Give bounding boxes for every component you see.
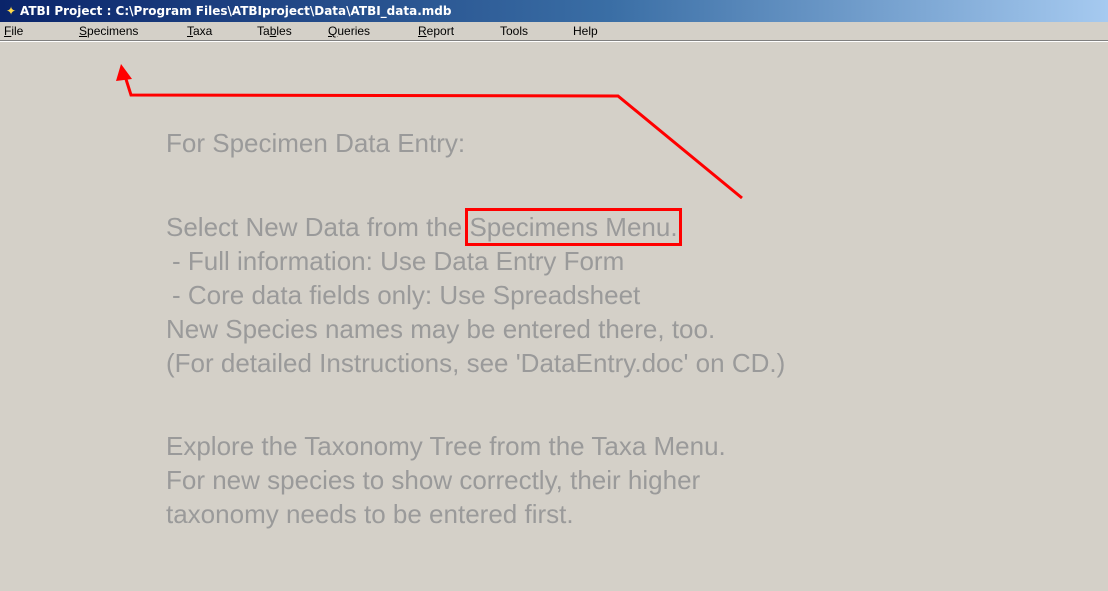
instruction-core-data-fields: - Core data fields only: Use Spreadsheet xyxy=(172,280,641,310)
instruction-select-new-data: Select New Data from the Specimens Menu. xyxy=(166,208,682,246)
menu-report-mnemonic: R xyxy=(418,24,427,38)
menu-report[interactable]: Report xyxy=(418,24,454,38)
menu-file[interactable]: File xyxy=(4,24,23,38)
instruction-higher-taxonomy: taxonomy needs to be entered first. xyxy=(166,499,574,529)
instruction-full-information: - Full information: Use Data Entry Form xyxy=(172,246,625,276)
instruction-select-prefix: Select New Data from the xyxy=(166,212,470,242)
menu-taxa-label: axa xyxy=(193,24,213,38)
menu-specimens[interactable]: Specimens xyxy=(79,24,138,38)
instruction-detailed: (For detailed Instructions, see 'DataEnt… xyxy=(166,348,786,378)
menu-tables-prefix: Ta xyxy=(257,24,270,38)
client-area: For Specimen Data Entry: Select New Data… xyxy=(0,42,1108,591)
instruction-heading: For Specimen Data Entry: xyxy=(166,128,466,158)
app-icon[interactable]: ✦ xyxy=(4,4,18,18)
menu-specimens-mnemonic: S xyxy=(79,24,88,38)
menu-taxa[interactable]: Taxa xyxy=(187,24,212,38)
instruction-taxonomy-tree: Explore the Taxonomy Tree from the Taxa … xyxy=(166,431,726,461)
menu-tools[interactable]: Tools xyxy=(500,24,528,38)
menu-report-label: eport xyxy=(426,24,455,38)
menu-help[interactable]: Help xyxy=(573,24,598,38)
menu-queries[interactable]: Queries xyxy=(328,24,370,38)
menu-specimens-label: pecimens xyxy=(87,24,139,38)
title-bar[interactable]: ✦ ATBI Project : C:\Program Files\ATBIpr… xyxy=(0,0,1108,22)
menu-queries-label: ueries xyxy=(337,24,371,38)
app-window: ✦ ATBI Project : C:\Program Files\ATBIpr… xyxy=(0,0,1108,591)
specimens-menu-highlight: Specimens Menu. xyxy=(465,208,682,246)
instruction-new-species: New Species names may be entered there, … xyxy=(166,314,716,344)
instruction-new-species-show: For new species to show correctly, their… xyxy=(166,465,701,495)
menu-bar: File Specimens Taxa Tables Queries Repor… xyxy=(0,22,1108,42)
menu-tables[interactable]: Tables xyxy=(257,24,292,38)
menu-tables-label: les xyxy=(276,24,292,38)
window-title: ATBI Project : C:\Program Files\ATBIproj… xyxy=(20,4,452,18)
menu-queries-mnemonic: Q xyxy=(328,24,338,38)
menu-file-label: ile xyxy=(11,24,24,38)
